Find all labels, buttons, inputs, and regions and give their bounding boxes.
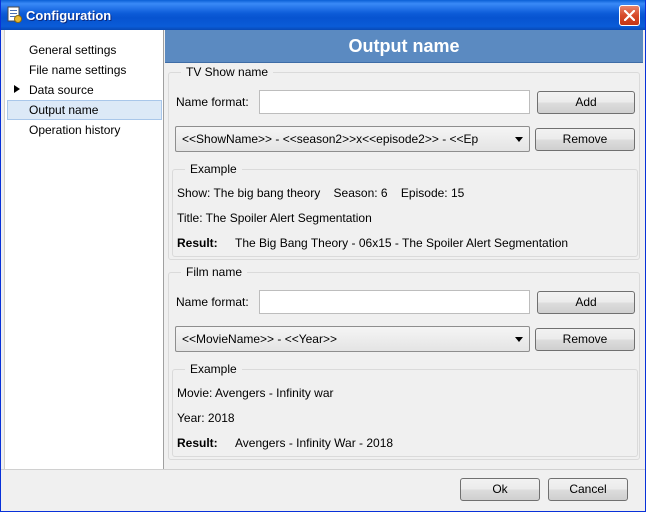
expand-arrow-icon[interactable]: [12, 84, 22, 94]
example-show-line: Show: The big bang theory Season: 6 Epis…: [177, 186, 465, 200]
tree-item-label: File name settings: [29, 63, 127, 77]
tv-format-selected-value: <<ShowName>> - <<season2>>x<<episode2>> …: [182, 132, 479, 146]
ok-button[interactable]: Ok: [460, 478, 540, 501]
name-format-label: Name format:: [176, 95, 249, 109]
group-legend: TV Show name: [181, 65, 274, 79]
film-add-button[interactable]: Add: [537, 291, 635, 314]
title-bar[interactable]: Configuration: [1, 0, 645, 30]
tree-item-general-settings[interactable]: General settings: [5, 40, 163, 60]
tv-remove-button[interactable]: Remove: [535, 128, 635, 151]
name-format-label: Name format:: [176, 295, 249, 309]
window-title: Configuration: [26, 8, 112, 23]
film-name-format-input[interactable]: [259, 290, 530, 314]
result-label: Result:: [177, 236, 218, 250]
example-title-line: Title: The Spoiler Alert Segmentation: [177, 211, 372, 225]
app-document-icon: [6, 6, 22, 23]
tv-format-select[interactable]: <<ShowName>> - <<season2>>x<<episode2>> …: [175, 126, 530, 152]
dialog-footer: Ok Cancel: [1, 469, 645, 511]
tree-item-data-source[interactable]: Data source: [5, 80, 163, 100]
tree-item-file-name-settings[interactable]: File name settings: [5, 60, 163, 80]
tv-add-button[interactable]: Add: [537, 91, 635, 114]
result-value: Avengers - Infinity War - 2018: [235, 436, 394, 450]
tree-item-operation-history[interactable]: Operation history: [5, 120, 163, 140]
example-movie-line: Movie: Avengers - Infinity war: [177, 386, 334, 400]
tv-name-format-input[interactable]: [259, 90, 530, 114]
tree-item-label: General settings: [29, 43, 117, 57]
example-year-line: Year: 2018: [177, 411, 235, 425]
tv-example-group: Example Show: The big bang theory Season…: [172, 162, 638, 257]
chevron-down-icon: [515, 337, 523, 342]
tree-item-label: Operation history: [29, 123, 121, 137]
tree-item-output-name[interactable]: Output name: [5, 100, 163, 120]
panel-header: Output name: [165, 30, 643, 63]
configuration-window: Configuration General settings File name…: [0, 0, 646, 512]
tree-item-label: Data source: [29, 83, 94, 97]
close-icon: [624, 10, 635, 21]
result-value: The Big Bang Theory - 06x15 - The Spoile…: [235, 236, 569, 250]
group-legend: Film name: [181, 265, 248, 279]
film-name-group: Film name Name format: Add <<MovieName>>…: [168, 265, 640, 460]
film-remove-button[interactable]: Remove: [535, 328, 635, 351]
settings-tree[interactable]: General settings File name settings Data…: [4, 30, 164, 469]
cancel-button[interactable]: Cancel: [548, 478, 628, 501]
film-format-selected-value: <<MovieName>> - <<Year>>: [182, 332, 337, 346]
film-example-group: Example Movie: Avengers - Infinity war Y…: [172, 362, 638, 457]
result-label: Result:: [177, 436, 218, 450]
chevron-down-icon: [515, 137, 523, 142]
tv-show-name-group: TV Show name Name format: Add <<ShowName…: [168, 65, 640, 260]
group-legend: Example: [185, 362, 242, 376]
main-panel: Output name TV Show name Name format: Ad…: [165, 30, 643, 469]
group-legend: Example: [185, 162, 242, 176]
close-button[interactable]: [619, 5, 640, 26]
film-format-select[interactable]: <<MovieName>> - <<Year>>: [175, 326, 530, 352]
tree-item-label: Output name: [7, 100, 162, 120]
